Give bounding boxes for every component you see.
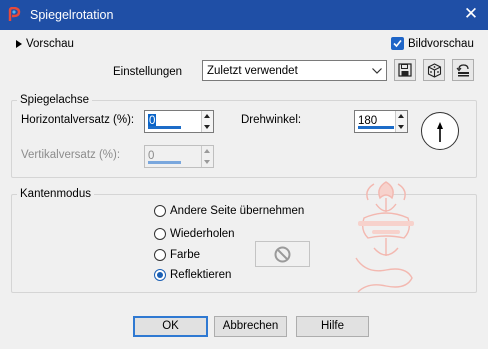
close-button[interactable]: ✕ [462, 5, 480, 23]
checkbox-box [391, 37, 404, 50]
radio-button [154, 228, 166, 240]
vertical-offset-label: Vertikalversatz (%): [21, 149, 121, 161]
ok-button[interactable]: OK [133, 316, 208, 337]
vertical-offset-spinner[interactable]: 0 [144, 145, 214, 168]
dice-icon [427, 63, 442, 78]
edge-option-color[interactable]: Farbe [154, 248, 214, 262]
close-icon: ✕ [463, 4, 479, 23]
watermark-emblem [355, 181, 414, 293]
color-swatch[interactable] [255, 241, 310, 267]
floppy-disk-icon [398, 63, 412, 77]
preview-toggle[interactable]: Vorschau [16, 37, 96, 51]
vertical-offset-arrows[interactable] [201, 146, 213, 167]
caret-right-icon [16, 40, 22, 48]
decrement-arrow-icon [398, 125, 404, 129]
edge-option-other-side[interactable]: Andere Seite übernehmen [154, 204, 314, 218]
edge-option-reflect[interactable]: Reflektieren [154, 268, 244, 282]
edge-option-label: Wiederholen [170, 228, 235, 240]
checkmark-icon [393, 39, 402, 48]
decrement-arrow-icon [204, 160, 210, 164]
reset-defaults-icon [456, 64, 469, 77]
chevron-down-icon [372, 68, 382, 74]
horizontal-offset-arrows[interactable] [201, 111, 213, 132]
reset-button[interactable] [452, 59, 474, 81]
save-preset-button[interactable] [394, 59, 416, 81]
image-preview-checkbox[interactable]: Bildvorschau [391, 36, 483, 51]
rotation-dial[interactable] [420, 111, 460, 151]
increment-arrow-icon [204, 114, 210, 118]
settings-label: Einstellungen [113, 66, 183, 78]
cancel-button[interactable]: Abbrechen [214, 316, 287, 337]
edge-option-repeat[interactable]: Wiederholen [154, 227, 254, 241]
radio-button [154, 205, 166, 217]
preview-toggle-label: Vorschau [26, 38, 74, 50]
horizontal-offset-label: Horizontalversatz (%): [21, 114, 135, 126]
settings-dropdown-value: Zuletzt verwendet [207, 65, 298, 77]
window-title: Spiegelrotation [30, 8, 114, 22]
mirror-axis-title: Spiegelachse [17, 93, 93, 107]
randomize-button[interactable] [423, 59, 445, 81]
increment-arrow-icon [204, 149, 210, 153]
image-preview-label: Bildvorschau [408, 38, 474, 50]
rotation-spinner[interactable]: 180 [354, 110, 408, 133]
app-logo-icon [8, 7, 21, 21]
horizontal-offset-spinner[interactable]: 0 [144, 110, 214, 133]
increment-arrow-icon [398, 114, 404, 118]
settings-dropdown[interactable]: Zuletzt verwendet [202, 60, 387, 81]
edge-option-label: Farbe [170, 249, 201, 261]
rotation-label: Drehwinkel: [241, 114, 302, 126]
radio-button [154, 249, 166, 261]
vertical-offset-bar [148, 161, 181, 164]
horizontal-offset-bar [148, 126, 181, 129]
edge-option-label: Reflektieren [170, 269, 232, 281]
edge-option-label: Andere Seite übernehmen [170, 205, 305, 217]
radio-button [154, 269, 166, 281]
decrement-arrow-icon [204, 125, 210, 129]
edge-mode-title: Kantenmodus [17, 187, 94, 201]
no-color-icon [274, 246, 291, 263]
help-button[interactable]: Hilfe [296, 316, 369, 337]
rotation-arrows[interactable] [395, 111, 407, 132]
rotation-bar [358, 126, 394, 129]
